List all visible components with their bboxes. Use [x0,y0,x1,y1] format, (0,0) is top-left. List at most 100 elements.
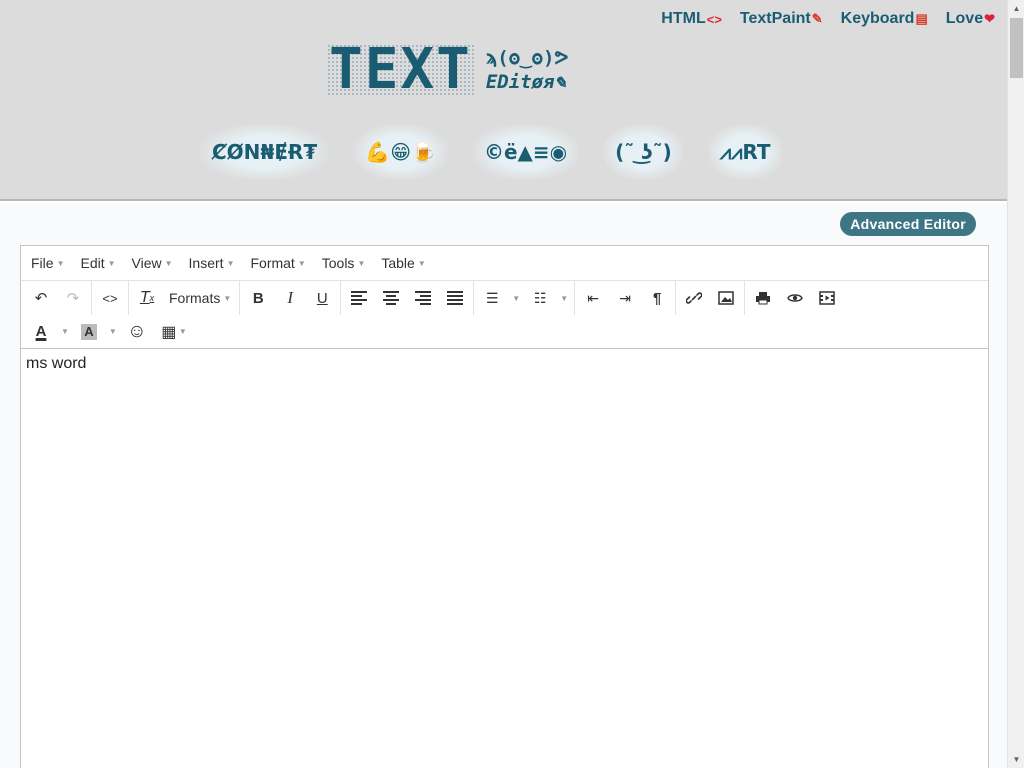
site-header: HTML <> TextPaint ✎ Keyboard ▤ Love ❤ TEXT ϡ(ʘ‿… [0,0,1007,201]
nav-buttons: ȻØN₦ɆɌ₮ 💪😁🍺 ©ë▲≡◉ (˜ ͜ʖ˜) ⩘⩘RT [200,124,783,180]
advanced-editor-button[interactable]: Advanced Editor [840,212,976,236]
numbered-list-split: ☷ ▼ [524,284,572,312]
menu-edit-label: Edit [80,255,105,271]
top-link-label: Love [945,10,984,27]
editor-menubar: File ▼ Edit ▼ View ▼ Insert ▼ Format ▼ Tools ▼… [21,246,988,281]
insert-group [676,281,746,315]
list-group: ☰ ▼ ☷ ▼ [474,281,576,315]
code-group: <> [92,281,129,315]
top-link-label: Keyboard [840,10,915,27]
history-group: ↶ ↷ [23,281,92,315]
nav-lenny-button[interactable]: (˜ ͜ʖ˜) [603,124,684,180]
keyboard-icon: ▤ [915,11,928,26]
chevron-down-icon[interactable]: ▼ [105,327,121,336]
menu-view[interactable]: View ▼ [124,255,181,271]
page-scrollbar[interactable]: ▲ ▼ [1007,0,1024,768]
scroll-thumb[interactable] [1010,18,1023,78]
code-icon: <> [706,11,722,27]
menu-table[interactable]: Table ▼ [373,255,433,271]
menu-view-label: View [131,255,162,271]
chevron-down-icon[interactable]: ▼ [556,294,572,303]
menu-tools-label: Tools [321,255,355,271]
indent-icon[interactable]: ⇥ [609,284,641,312]
align-left-icon[interactable] [343,284,375,312]
menu-edit[interactable]: Edit ▼ [72,255,123,271]
color-group: A ▼ A ▼ ☺ ▦ ▼ [23,315,193,349]
top-link-html[interactable]: HTML <> [661,10,722,28]
image-icon[interactable] [710,284,742,312]
site-logo[interactable]: TEXT ϡ(ʘ‿ʘ)ᕗ EDitøя✎ [327,37,568,102]
editor-toolbar-row1: ↶ ↷ <> Tx Formats ▼ B I U ☰ ▼ ☷ ▼ ⇤ ⇥ ¶ [21,281,988,315]
chevron-down-icon: ▼ [223,293,232,303]
clear-format-group: Tx Formats ▼ [129,281,241,315]
top-link-love[interactable]: Love ❤ [946,10,995,28]
chevron-down-icon: ▼ [164,258,173,268]
chevron-down-icon: ▼ [417,258,426,268]
align-group [341,281,475,315]
align-right-icon[interactable] [407,284,439,312]
top-link-label: TextPaint [739,10,811,27]
bullet-list-split: ☰ ▼ [476,284,524,312]
outdent-icon[interactable]: ⇤ [577,284,609,312]
link-icon[interactable] [678,284,710,312]
rich-text-editor: File ▼ Edit ▼ View ▼ Insert ▼ Format ▼ Tools ▼… [20,245,989,768]
bold-icon[interactable]: B [242,284,274,312]
main-content: Advanced Editor File ▼ Edit ▼ View ▼ Insert… [0,203,1007,768]
align-justify-icon[interactable] [439,284,471,312]
misc-group [745,281,845,315]
underline-icon[interactable]: U [306,284,338,312]
indent-group: ⇤ ⇥ ¶ [575,281,677,315]
nav-emoji-button[interactable]: 💪😁🍺 [353,124,448,180]
menu-format[interactable]: Format ▼ [242,255,313,271]
pencil-icon: ✎ [811,11,823,26]
formats-label: Formats [169,290,221,306]
top-links: HTML <> TextPaint ✎ Keyboard ▤ Love ❤ [661,10,995,28]
chevron-down-icon[interactable]: ▼ [175,327,191,336]
top-link-keyboard[interactable]: Keyboard ▤ [841,10,928,28]
preview-eye-icon[interactable] [779,284,811,312]
scroll-down-icon[interactable]: ▼ [1008,751,1024,768]
chevron-down-icon: ▼ [357,258,366,268]
media-icon[interactable] [811,284,843,312]
pilcrow-icon[interactable]: ¶ [641,284,673,312]
nav-symbols-button[interactable]: ©ë▲≡◉ [471,124,580,180]
scroll-up-icon[interactable]: ▲ [1008,0,1024,17]
emoticon-icon[interactable]: ☺ [121,318,153,346]
undo-icon[interactable]: ↶ [25,284,57,312]
numbered-list-icon[interactable]: ☷ [524,284,556,312]
chevron-down-icon: ▼ [107,258,116,268]
chevron-down-icon: ▼ [56,258,65,268]
logo-text: TEXT [327,37,474,102]
logo-editor: EDitøя✎ [485,71,566,93]
top-link-textpaint[interactable]: TextPaint ✎ [740,10,823,28]
menu-format-label: Format [250,255,295,271]
text-color-icon[interactable]: A [25,318,57,346]
logo-subtitle: ϡ(ʘ‿ʘ)ᕗ EDitøя✎ [486,46,568,94]
print-icon[interactable] [747,284,779,312]
menu-file-label: File [31,255,54,271]
source-code-icon[interactable]: <> [94,284,126,312]
chevron-down-icon: ▼ [297,258,306,268]
align-center-icon[interactable] [375,284,407,312]
redo-icon[interactable]: ↷ [57,284,89,312]
editor-paragraph[interactable]: ms word [26,355,983,373]
nav-convert-button[interactable]: ȻØN₦ɆɌ₮ [200,124,330,180]
menu-insert[interactable]: Insert ▼ [181,255,243,271]
chevron-down-icon[interactable]: ▼ [57,327,73,336]
menu-file[interactable]: File ▼ [23,255,72,271]
formats-dropdown[interactable]: Formats ▼ [163,284,237,312]
text-color-split: A ▼ [25,318,73,346]
clear-formatting-icon[interactable]: Tx [131,284,163,312]
nav-art-button[interactable]: ⩘⩘RT [707,124,783,180]
italic-icon[interactable]: I [274,284,306,312]
chevron-down-icon: ▼ [226,258,235,268]
top-link-label: HTML [661,10,706,27]
chevron-down-icon[interactable]: ▼ [508,294,524,303]
bullet-list-icon[interactable]: ☰ [476,284,508,312]
menu-tools[interactable]: Tools ▼ [314,255,374,271]
editor-toolbar-row2: A ▼ A ▼ ☺ ▦ ▼ [21,315,988,349]
menu-table-label: Table [381,255,415,271]
background-color-icon[interactable]: A [80,323,97,340]
table-split: ▦ ▼ [153,318,191,346]
editor-content-area[interactable]: ms word [21,349,988,379]
